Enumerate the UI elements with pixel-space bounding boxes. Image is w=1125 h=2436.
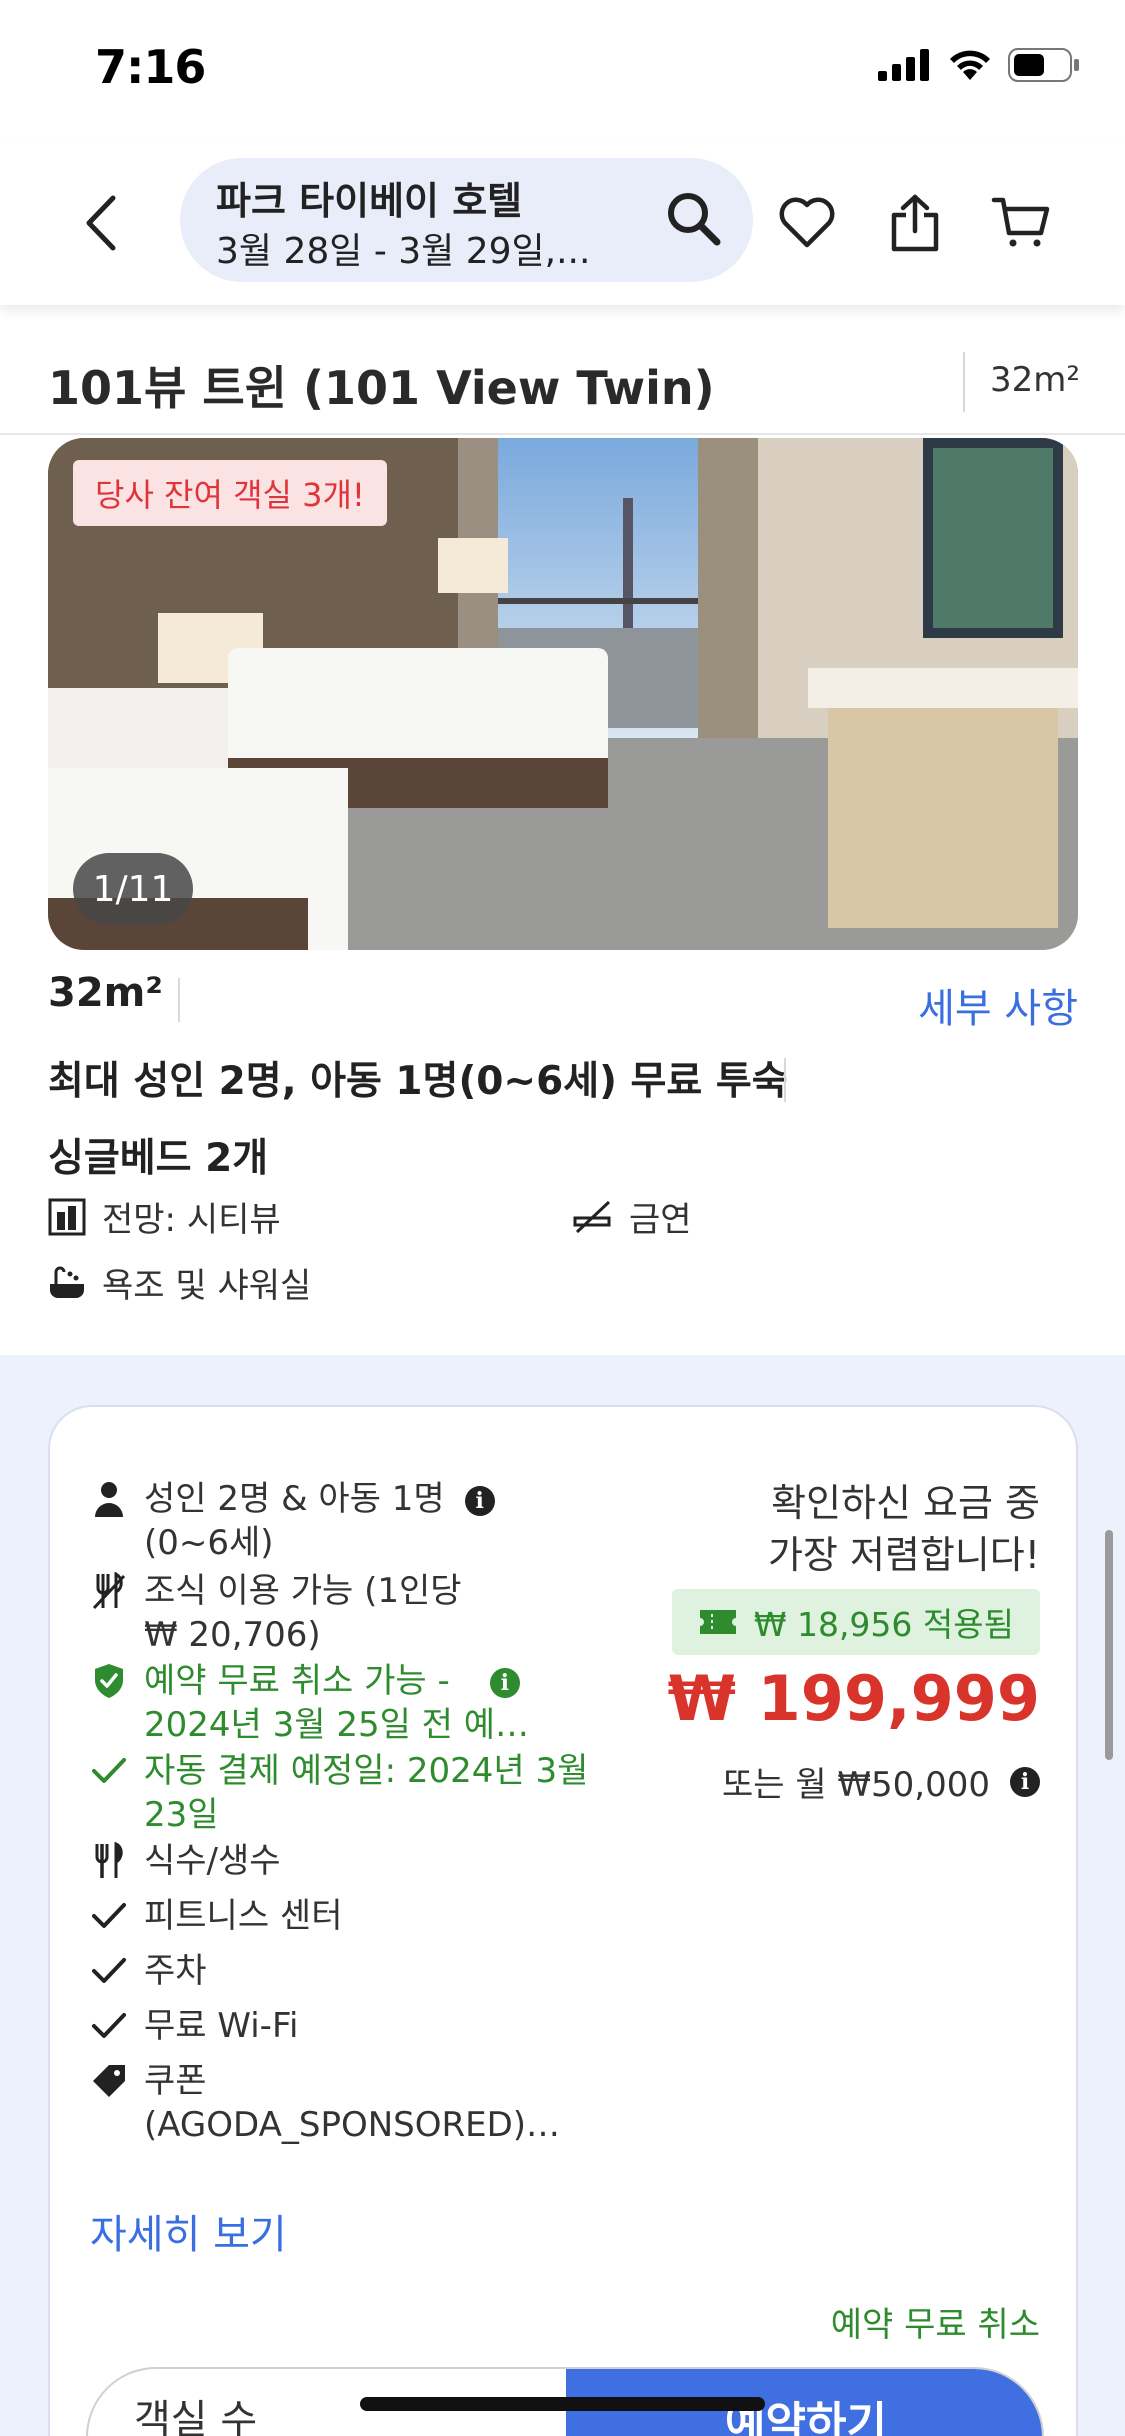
room-title: 101뷰 트윈 (101 View Twin) — [48, 361, 715, 415]
feature-parking: 주차 — [90, 1949, 610, 1993]
stay-dates: 3월 28일 - 3월 29일,... — [216, 231, 591, 272]
free-cancel-label: 예약 무료 취소 — [830, 2305, 1040, 2345]
monthly-info-icon[interactable]: i — [1010, 1766, 1040, 1797]
status-time: 7:16 — [95, 40, 206, 94]
chevron-left-icon — [86, 195, 116, 251]
search-icon — [668, 193, 721, 246]
cart-button[interactable] — [986, 188, 1056, 258]
cancel-info-icon[interactable]: i — [489, 1667, 520, 1698]
status-icons — [878, 48, 1080, 82]
rooms-selector[interactable]: 1 — [418, 2431, 504, 2436]
divider — [178, 978, 180, 1022]
feature-free-cancellation: 예약 무료 취소 가능 - i 2024년 3월 25일 전 예… — [90, 1659, 610, 1747]
amenity-view-label: 전망: 시티뷰 — [102, 1200, 281, 1240]
utensils-icon — [90, 1839, 128, 1883]
search-summary-pill[interactable]: 파크 타이베이 호텔 3월 28일 - 3월 29일,... — [180, 158, 753, 282]
feature-wifi-label: 무료 Wi-Fi — [144, 2006, 299, 2046]
photo-counter: 1/11 — [73, 853, 193, 925]
scarcity-badge: 당사 잔여 객실 3개! — [73, 460, 387, 526]
hotel-name: 파크 타이베이 호텔 — [216, 179, 523, 223]
price: ₩ 199,999 — [667, 1662, 1040, 1735]
offer-card: 성인 2명 & 아동 1명 i (0~6세) 조식 이용 가능 (1인당 ₩ 20… — [48, 1405, 1078, 2436]
wifi-icon — [950, 50, 990, 80]
cheapest-line2: 가장 저렴합니다! — [767, 1533, 1040, 1577]
feature-guests-line2: (0~6세) — [144, 1523, 274, 1563]
rooms-value: 1 — [418, 2431, 446, 2436]
rooms-label: 객실 수 — [134, 2397, 258, 2436]
feature-coupon-line1: 쿠폰 — [144, 2061, 207, 2101]
favorite-button[interactable] — [772, 188, 842, 258]
amenity-smoking-label: 금연 — [629, 1200, 692, 1240]
cheapest-line1: 확인하신 요금 중 — [771, 1481, 1040, 1525]
no-breakfast-icon — [90, 1569, 128, 1613]
check-icon — [90, 1749, 128, 1793]
app-header: 파크 타이베이 호텔 3월 28일 - 3월 29일,... — [0, 140, 1125, 305]
scrollbar[interactable] — [1105, 1530, 1113, 1760]
check-icon — [90, 1949, 128, 1993]
tag-icon — [90, 2059, 128, 2103]
amenity-bath: 욕조 및 샤워실 — [48, 1258, 311, 1307]
see-more-link[interactable]: 자세히 보기 — [90, 2202, 287, 2260]
room-size-header: 32m² — [990, 360, 1081, 400]
feature-water-label: 식수/생수 — [144, 1841, 281, 1881]
feature-guests-line1: 성인 2명 & 아동 1명 — [144, 1479, 445, 1519]
amenity-view: 전망: 시티뷰 — [48, 1192, 281, 1241]
feature-wifi: 무료 Wi-Fi — [90, 2004, 610, 2048]
feature-autopay-line1: 자동 결제 예정일: 2024년 3월 — [144, 1751, 589, 1791]
share-icon — [891, 194, 939, 252]
amenity-smoking: 금연 — [573, 1192, 692, 1241]
feature-coupon: 쿠폰 (AGODA_SPONSORED)… — [90, 2059, 610, 2147]
divider — [963, 352, 965, 412]
feature-parking-label: 주차 — [144, 1951, 207, 1991]
feature-autopay-line2: 23일 — [144, 1795, 219, 1835]
status-bar: 7:16 — [0, 0, 1125, 140]
guests-info-icon[interactable]: i — [464, 1485, 495, 1516]
monthly-installment: 또는 월 ₩50,000 i — [722, 1757, 1040, 1806]
feature-fitness: 피트니스 센터 — [90, 1894, 610, 1938]
shield-check-icon — [90, 1659, 128, 1703]
feature-cancel-line1: 예약 무료 취소 가능 - — [144, 1661, 450, 1701]
details-link[interactable]: 세부 사항 — [918, 976, 1078, 1034]
feature-autopay: 자동 결제 예정일: 2024년 3월 23일 — [90, 1749, 610, 1837]
bed-info: 싱글베드 2개 — [48, 1136, 269, 1181]
bathtub-icon — [50, 1266, 84, 1298]
feature-guests: 성인 2명 & 아동 1명 i (0~6세) — [90, 1477, 610, 1565]
check-icon — [90, 1894, 128, 1938]
back-button[interactable] — [70, 188, 130, 258]
room-photo-carousel[interactable]: 당사 잔여 객실 3개! 1/11 — [48, 438, 1078, 950]
divider — [784, 1058, 786, 1102]
feature-breakfast-line1: 조식 이용 가능 (1인당 — [144, 1571, 462, 1611]
discount-label: ₩ 18,956 적용됨 — [753, 1605, 1014, 1644]
feature-breakfast-line2: ₩ 20,706) — [144, 1615, 321, 1655]
no-smoking-icon — [573, 1200, 611, 1233]
room-size: 32m² — [48, 970, 163, 1016]
battery-icon — [1008, 48, 1079, 82]
share-button[interactable] — [880, 188, 950, 258]
room-title-row: 101뷰 트윈 (101 View Twin) 32m² — [0, 330, 1125, 435]
monthly-label: 또는 월 ₩50,000 — [721, 1765, 990, 1805]
person-icon — [90, 1477, 128, 1521]
ticket-icon — [699, 1610, 736, 1634]
home-indicator[interactable] — [360, 2397, 765, 2411]
cheapest-notice: 확인하신 요금 중 가장 저렴합니다! — [660, 1477, 1040, 1581]
feature-breakfast: 조식 이용 가능 (1인당 ₩ 20,706) — [90, 1569, 610, 1657]
heart-icon — [779, 197, 835, 248]
cellular-signal-icon — [878, 49, 929, 81]
feature-cancel-line2: 2024년 3월 25일 전 예… — [144, 1705, 530, 1745]
check-icon — [90, 2004, 128, 2048]
city-view-icon — [48, 1198, 86, 1235]
cart-icon — [991, 197, 1050, 247]
discount-badge: ₩ 18,956 적용됨 — [671, 1589, 1040, 1655]
feature-water: 식수/생수 — [90, 1839, 610, 1883]
feature-coupon-line2: (AGODA_SPONSORED)… — [144, 2105, 561, 2145]
amenity-bath-label: 욕조 및 샤워실 — [102, 1266, 312, 1306]
occupancy-info: 최대 성인 2명, 아동 1명(0~6세) 무료 투숙 — [48, 1059, 788, 1104]
feature-fitness-label: 피트니스 센터 — [144, 1896, 343, 1936]
